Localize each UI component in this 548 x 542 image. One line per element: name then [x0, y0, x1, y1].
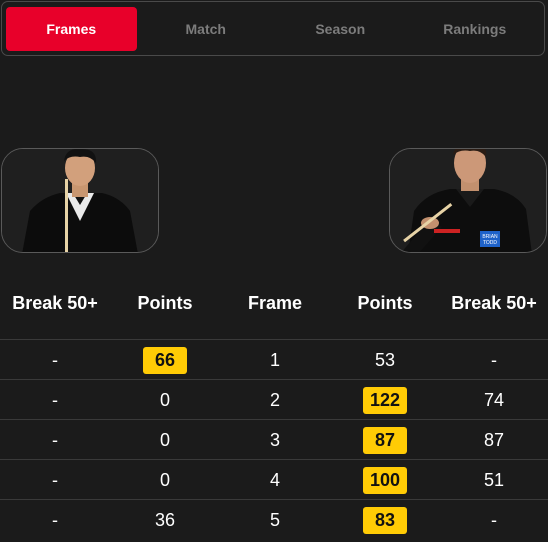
- left-player-photo: [1, 148, 159, 253]
- player-photo-icon: [2, 149, 158, 252]
- tab-rankings[interactable]: Rankings: [410, 7, 541, 51]
- frame-number: 5: [269, 509, 280, 530]
- table-row: - 0 2 122 74: [0, 379, 548, 419]
- right-break: 74: [483, 389, 505, 410]
- right-points: 122: [363, 386, 407, 414]
- right-break: -: [491, 509, 497, 530]
- right-break: 51: [483, 469, 505, 490]
- frame-number: 3: [269, 429, 280, 450]
- player-photo-icon: BRIAN TODD: [390, 149, 546, 252]
- left-points: 0: [159, 469, 170, 490]
- frame-number: 1: [269, 349, 280, 370]
- left-break: -: [52, 469, 58, 490]
- header-right-points: Points: [357, 292, 413, 313]
- left-break: -: [52, 429, 58, 450]
- right-points: 87: [363, 426, 407, 454]
- left-break: -: [52, 389, 58, 410]
- left-points: 0: [159, 429, 170, 450]
- frame-number: 4: [269, 469, 280, 490]
- header-left-break: Break 50+: [12, 292, 98, 313]
- frames-table: - 66 1 53 - - 0 2 122 74 - 0 3 87 87 - 0…: [0, 339, 548, 539]
- tab-match[interactable]: Match: [141, 7, 272, 51]
- frame-number: 2: [269, 389, 280, 410]
- left-points: 36: [154, 509, 176, 530]
- tab-frames[interactable]: Frames: [6, 6, 137, 51]
- header-frame: Frame: [247, 292, 303, 313]
- table-row: - 36 5 83 -: [0, 499, 548, 539]
- header-left-points: Points: [137, 292, 193, 313]
- left-break: -: [52, 509, 58, 530]
- right-points: 100: [363, 466, 407, 494]
- tab-bar: Frames Match Season Rankings: [1, 1, 545, 56]
- table-header: Break 50+ Points Frame Points Break 50+: [0, 283, 548, 323]
- header-right-break: Break 50+: [451, 292, 537, 313]
- tab-season[interactable]: Season: [275, 7, 406, 51]
- right-player-photo: BRIAN TODD: [389, 148, 547, 253]
- right-points: 83: [363, 506, 407, 534]
- right-break: 87: [483, 429, 505, 450]
- right-break: -: [491, 349, 497, 370]
- table-row: - 66 1 53 -: [0, 339, 548, 379]
- svg-text:TODD: TODD: [483, 240, 497, 246]
- left-points: 0: [159, 389, 170, 410]
- right-points: 53: [374, 349, 396, 370]
- table-row: - 0 3 87 87: [0, 419, 548, 459]
- left-break: -: [52, 349, 58, 370]
- table-row: - 0 4 100 51: [0, 459, 548, 499]
- left-points: 66: [143, 346, 187, 374]
